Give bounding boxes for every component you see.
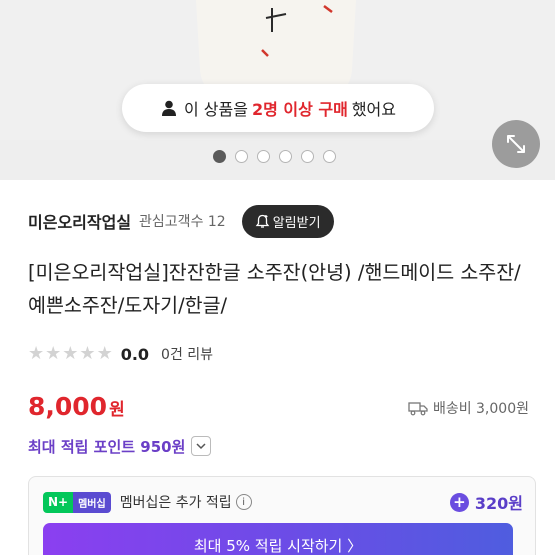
carousel-dot[interactable] — [323, 150, 336, 163]
naver-plus-logo: N+ — [43, 491, 74, 513]
shipping-text: 배송비 3,000원 — [432, 401, 529, 417]
max-points-label: 최대 적립 포인트 950원 — [28, 437, 186, 456]
membership-text: 멤버십은 추가 적립 — [119, 495, 232, 511]
price-unit: 원 — [109, 400, 125, 420]
points-expand-button[interactable] — [191, 436, 212, 456]
follower-count: 관심고객수 12 — [139, 214, 226, 230]
purchase-highlight: 2명 이상 구매 — [251, 100, 348, 119]
rating-score: 0.0 — [120, 344, 150, 364]
star-icon: ★ — [62, 343, 79, 364]
purchase-suffix: 했어요 — [351, 100, 396, 119]
carousel-dot[interactable] — [301, 150, 314, 163]
alarm-label: 알림받기 — [272, 215, 321, 231]
product-title: [미은오리작업실]잔잔한글 소주잔(안녕) /핸드메이드 소주잔/예쁜소주잔/도… — [28, 261, 521, 317]
expand-icon — [507, 135, 525, 153]
truck-icon — [408, 401, 428, 415]
purchase-count-badge: 이 상품을 2명 이상 구매 했어요 — [122, 84, 434, 132]
carousel-dot[interactable] — [279, 150, 292, 163]
purchase-prefix: 이 상품을 — [183, 100, 248, 119]
review-count[interactable]: 0건 리뷰 — [161, 344, 213, 364]
price-value: 8,000 — [28, 392, 108, 421]
plus-icon: + — [449, 492, 469, 512]
product-image-gallery[interactable]: 이 상품을 2명 이상 구매 했어요 — [0, 0, 555, 180]
membership-points-value: 320원 — [474, 494, 523, 513]
chevron-down-icon — [196, 442, 206, 449]
naver-plus-membership-badge: N+ 멤버십 — [43, 491, 111, 513]
bell-plus-icon — [255, 214, 270, 228]
user-icon — [161, 100, 176, 116]
membership-badge-label: 멤버십 — [73, 491, 111, 513]
membership-points: + 320원 — [449, 490, 523, 514]
carousel-indicator — [213, 150, 336, 163]
carousel-dot[interactable] — [213, 150, 226, 163]
membership-box: N+ 멤버십 멤버십은 추가 적립 i + 320원 최대 5% 적립 시작하기… — [28, 476, 536, 555]
expand-image-button[interactable] — [492, 120, 540, 168]
rating-row[interactable]: ★ ★ ★ ★ ★ 0.0 0건 리뷰 — [28, 342, 213, 366]
store-name[interactable]: 미은오리작업실 — [28, 209, 131, 233]
star-rating: ★ ★ ★ ★ ★ — [28, 345, 113, 363]
star-icon: ★ — [79, 343, 96, 364]
start-membership-button[interactable]: 최대 5% 적립 시작하기 〉 — [43, 523, 513, 555]
star-icon: ★ — [28, 343, 45, 364]
max-points-row[interactable]: 최대 적립 포인트 950원 — [28, 434, 212, 458]
product-price: 8,000 원 — [28, 392, 125, 421]
membership-row: N+ 멤버십 멤버십은 추가 적립 i + 320원 — [43, 489, 523, 515]
star-icon: ★ — [45, 343, 62, 364]
info-icon[interactable]: i — [235, 494, 252, 510]
star-icon: ★ — [96, 343, 113, 364]
store-info-row: 미은오리작업실 관심고객수 12 알림받기 — [28, 203, 334, 239]
carousel-dot[interactable] — [257, 150, 270, 163]
notification-subscribe-button[interactable]: 알림받기 — [241, 204, 334, 238]
shipping-fee: 배송비 3,000원 — [408, 398, 529, 418]
carousel-dot[interactable] — [235, 150, 248, 163]
